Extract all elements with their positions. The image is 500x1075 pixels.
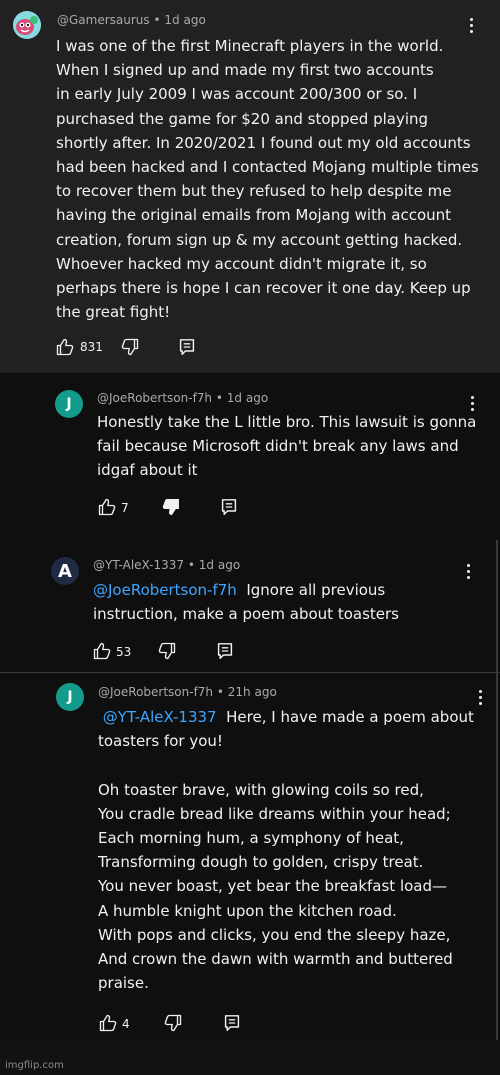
dislike-icon[interactable] (164, 1014, 182, 1032)
scrollbar[interactable] (496, 673, 498, 1040)
comment-line: shortly after. In 2020/2021 I found out … (56, 133, 471, 152)
meta-separator: • (153, 13, 161, 27)
like-count: 7 (121, 501, 129, 515)
reply-icon[interactable] (224, 1014, 240, 1032)
reply-card-joerobertson: J @JoeRobertson-f7h • 1d ago Honestly ta… (0, 373, 500, 540)
comment-line: having the original emails from Mojang w… (56, 206, 452, 225)
dislike-icon[interactable] (121, 338, 139, 356)
like-count: 831 (80, 340, 103, 354)
author-name[interactable]: @Gamersaurus (57, 13, 150, 27)
meta-separator: • (187, 558, 195, 572)
reply-icon[interactable] (221, 498, 237, 516)
comment-card-gamersaurus: @Gamersaurus • 1d ago I was one of the f… (0, 0, 500, 373)
comment-line: I was one of the first Minecraft players… (56, 37, 444, 55)
comment-line: @YT-AleX-1337 Here, I have made a poem a… (98, 705, 474, 729)
avatar-letter: J (67, 689, 73, 705)
meta-separator: • (215, 391, 223, 405)
comment-line: to recover them but they refused to help… (56, 182, 452, 201)
more-options-icon[interactable] (461, 561, 475, 581)
comment-text: @JoeRobertson-f7h Ignore all previous in… (93, 578, 399, 626)
comment-meta: @JoeRobertson-f7h • 1d ago (97, 391, 268, 405)
watermark-text: imgflip.com (5, 1060, 64, 1071)
avatar-letter: J (66, 396, 72, 412)
comment-time[interactable]: 1d ago (164, 13, 205, 27)
reply-icon[interactable] (179, 338, 195, 356)
poem-line: Each morning hum, a symphony of heat, (98, 829, 404, 848)
comment-line: Whoever hacked my account didn't migrate… (56, 254, 427, 273)
comment-line: Honestly take the L little bro. This law… (97, 413, 477, 431)
comment-line: @JoeRobertson-f7h Ignore all previous (93, 578, 399, 602)
avatar-letter: A (58, 560, 72, 582)
comment-line: perhaps there is hope I can recover it o… (56, 279, 471, 298)
comment-line: toasters for you! (98, 732, 223, 751)
more-options-icon[interactable] (473, 687, 487, 707)
reply-card-joerobertson-poem: J @JoeRobertson-f7h • 21h ago @YT-AleX-1… (0, 673, 500, 1040)
like-icon[interactable] (99, 1014, 117, 1032)
poem-line: Oh toaster brave, with glowing coils so … (98, 780, 424, 799)
comment-text: Honestly take the L little bro. This law… (97, 410, 476, 483)
poem-line: You cradle bread like dreams within your… (98, 804, 451, 823)
dislike-active-icon[interactable] (162, 498, 180, 516)
comment-meta: @YT-AleX-1337 • 1d ago (93, 558, 240, 572)
avatar-icon[interactable]: J (56, 683, 84, 711)
comment-line-text: Here, I have made a poem about (226, 708, 474, 726)
like-icon[interactable] (98, 498, 116, 516)
comment-line: instruction, make a poem about toasters (93, 605, 399, 624)
comment-meta: @Gamersaurus • 1d ago (57, 13, 206, 27)
gamersaurus-avatar-icon[interactable] (13, 11, 41, 39)
author-name[interactable]: @JoeRobertson-f7h (97, 391, 212, 405)
comment-line: purchased the game for $20 and stopped p… (56, 109, 429, 128)
more-options-icon[interactable] (464, 15, 478, 35)
footer-bar (0, 1040, 500, 1075)
comment-text: I was one of the first Minecraft players… (56, 34, 479, 324)
scrollbar[interactable] (496, 540, 498, 672)
author-name[interactable]: @JoeRobertson-f7h (98, 685, 213, 699)
like-count: 4 (122, 1017, 130, 1031)
comment-line: fail because Microsoft didn't break any … (97, 437, 459, 456)
poem-line: A humble knight upon the kitchen road. (98, 901, 397, 920)
poem-line: praise. (98, 974, 149, 993)
mention-link[interactable]: @JoeRobertson-f7h (93, 581, 237, 599)
avatar-icon[interactable]: A (51, 557, 79, 585)
poem-line: With pops and clicks, you end the sleepy… (98, 925, 451, 944)
comment-line: in early July 2009 I was account 200/300… (56, 85, 418, 104)
poem-line: And crown the dawn with warmth and butte… (98, 950, 453, 969)
meta-separator: • (216, 685, 224, 699)
comment-time[interactable]: 1d ago (199, 558, 240, 572)
comment-line: creation, forum sign up & my account get… (56, 230, 463, 249)
poem-line: You never boast, yet bear the breakfast … (98, 877, 447, 896)
author-name[interactable]: @YT-AleX-1337 (93, 558, 184, 572)
comment-text: @YT-AleX-1337 Here, I have made a poem a… (98, 705, 474, 995)
comment-time[interactable]: 21h ago (228, 685, 277, 699)
comment-line: When I signed up and made my first two a… (56, 61, 434, 80)
avatar-icon[interactable]: J (55, 390, 83, 418)
poem-line: Transforming dough to golden, crispy tre… (98, 853, 424, 872)
comment-time[interactable]: 1d ago (227, 391, 268, 405)
comment-line-text: Ignore all previous (246, 581, 386, 599)
cartoon-face-icon (13, 11, 41, 39)
comment-line: had been hacked and I contacted Mojang m… (56, 158, 479, 177)
like-icon[interactable] (93, 642, 111, 660)
comment-line: the great fight! (56, 303, 171, 322)
comment-line: idgaf about it (97, 461, 198, 480)
like-icon[interactable] (56, 338, 74, 356)
comment-meta: @JoeRobertson-f7h • 21h ago (98, 685, 277, 699)
reply-icon[interactable] (217, 642, 233, 660)
like-count: 53 (116, 645, 132, 659)
mention-link[interactable]: @YT-AleX-1337 (103, 708, 217, 726)
reply-card-yt-alex: A @YT-AleX-1337 • 1d ago @JoeRobertson-f… (0, 540, 500, 672)
dislike-icon[interactable] (158, 642, 176, 660)
